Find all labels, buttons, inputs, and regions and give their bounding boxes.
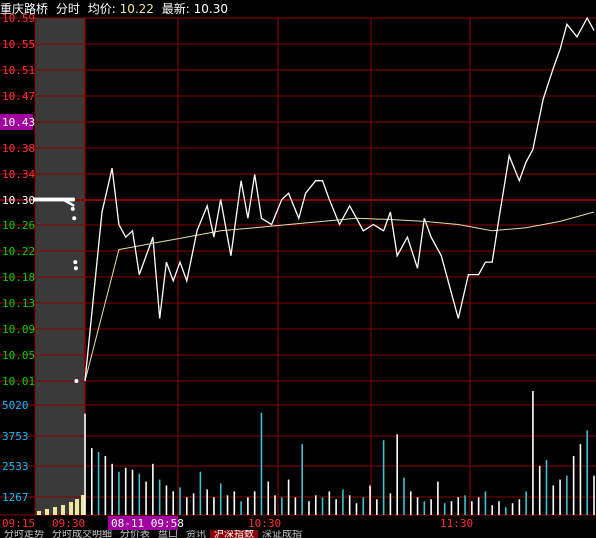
price-axis-label: 10.51 [2, 64, 35, 77]
price-axis-label: 10.43 [2, 116, 35, 129]
time-axis-label: 09:30 [52, 517, 85, 530]
time-axis-label: 09:15 [2, 517, 35, 530]
time-axis-label: 11:30 [440, 517, 473, 530]
volume-bar-preopen [53, 507, 57, 515]
price-axis-label: 10.38 [2, 142, 35, 155]
volume-axis-label: 1267 [2, 491, 29, 504]
price-axis-label: 10.26 [2, 219, 35, 232]
bottom-tab[interactable]: 深证成指 [258, 530, 306, 538]
bottom-tab[interactable]: 盘口 [154, 530, 182, 538]
volume-axis: 5020 3753 2533 1267 [2, 399, 29, 504]
price-axis-label: 10.55 [2, 38, 35, 51]
price-axis-label: 10.34 [2, 168, 35, 181]
price-axis-label: 10.09 [2, 323, 35, 336]
price-axis-label: 10.13 [2, 297, 35, 310]
price-axis-label: 10.18 [2, 271, 35, 284]
time-cursor-label: 08-11 09:58 [111, 517, 184, 530]
preopen-tick [73, 266, 78, 271]
volume-axis-label: 2533 [2, 460, 29, 473]
pre-open-area [35, 18, 85, 515]
bottom-tab[interactable]: 分时成交明细 [48, 530, 116, 538]
volume-bar-preopen [61, 505, 65, 515]
price-axis-label: 10.22 [2, 245, 35, 258]
time-axis-label: 10:30 [248, 517, 281, 530]
avg-price-line [84, 211, 595, 382]
volume-bar-preopen [45, 509, 49, 515]
preopen-tick [71, 197, 76, 202]
volume-bar-preopen [75, 499, 79, 515]
price-axis: 10.59 10.55 10.51 10.47 10.43 10.38 10.34 10.30… [0, 12, 35, 388]
volume-bar-preopen [69, 502, 73, 515]
bottom-tab[interactable]: 沪深指数 [210, 530, 258, 538]
price-axis-label: 10.47 [2, 90, 35, 103]
bottom-tab[interactable]: 分时走势 [0, 530, 48, 538]
preopen-tick [72, 216, 77, 221]
bottom-tabs: 分时走势 分时成交明细 分价表 盘口 资讯 沪深指数 深证成指 [0, 530, 596, 538]
volume-axis-label: 3753 [2, 430, 29, 443]
volume-bars [37, 391, 595, 515]
bottom-tab[interactable]: 资讯 [182, 530, 210, 538]
price-axis-label: 10.01 [2, 375, 35, 388]
preopen-tick [74, 379, 79, 383]
price-axis-label: 10.30 [2, 194, 35, 207]
avg-price-polyline [84, 211, 595, 382]
price-axis-label: 10.05 [2, 349, 35, 362]
intraday-chart[interactable]: 10.59 10.55 10.51 10.47 10.43 10.38 10.34 10.30… [0, 0, 596, 530]
volume-bar-preopen [37, 511, 41, 515]
volume-axis-label: 5020 [2, 399, 29, 412]
chart-grid [0, 17, 596, 516]
preopen-tick [70, 206, 75, 211]
price-axis-label: 10.59 [2, 12, 35, 25]
bottom-tab[interactable]: 分价表 [116, 530, 154, 538]
pre-open-shade [35, 18, 85, 515]
preopen-tick [73, 260, 78, 265]
time-axis: 09:15 09:30 10:30 11:30 08-11 09:58 [2, 516, 473, 530]
